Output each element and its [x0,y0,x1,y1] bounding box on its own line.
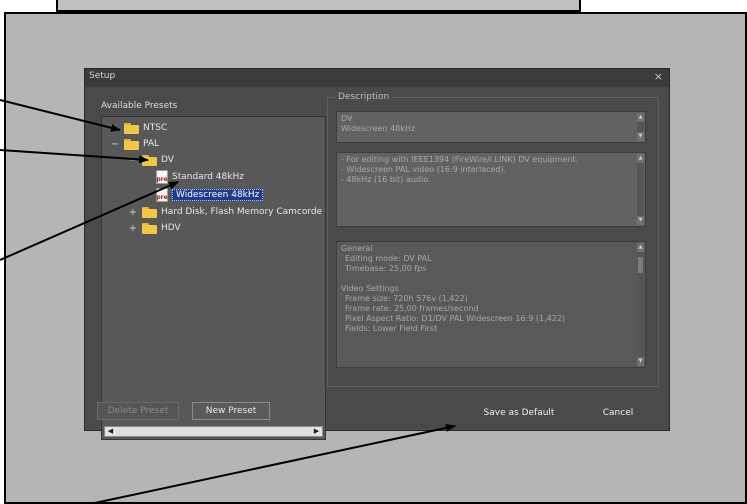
annotation-arrow-dv [0,149,149,164]
annotation-arrow-ntsc [0,99,121,132]
annotation-arrow-save-default [89,423,456,504]
annotation-arrows [0,99,456,504]
annotation-arrow-widescreen [0,181,179,261]
